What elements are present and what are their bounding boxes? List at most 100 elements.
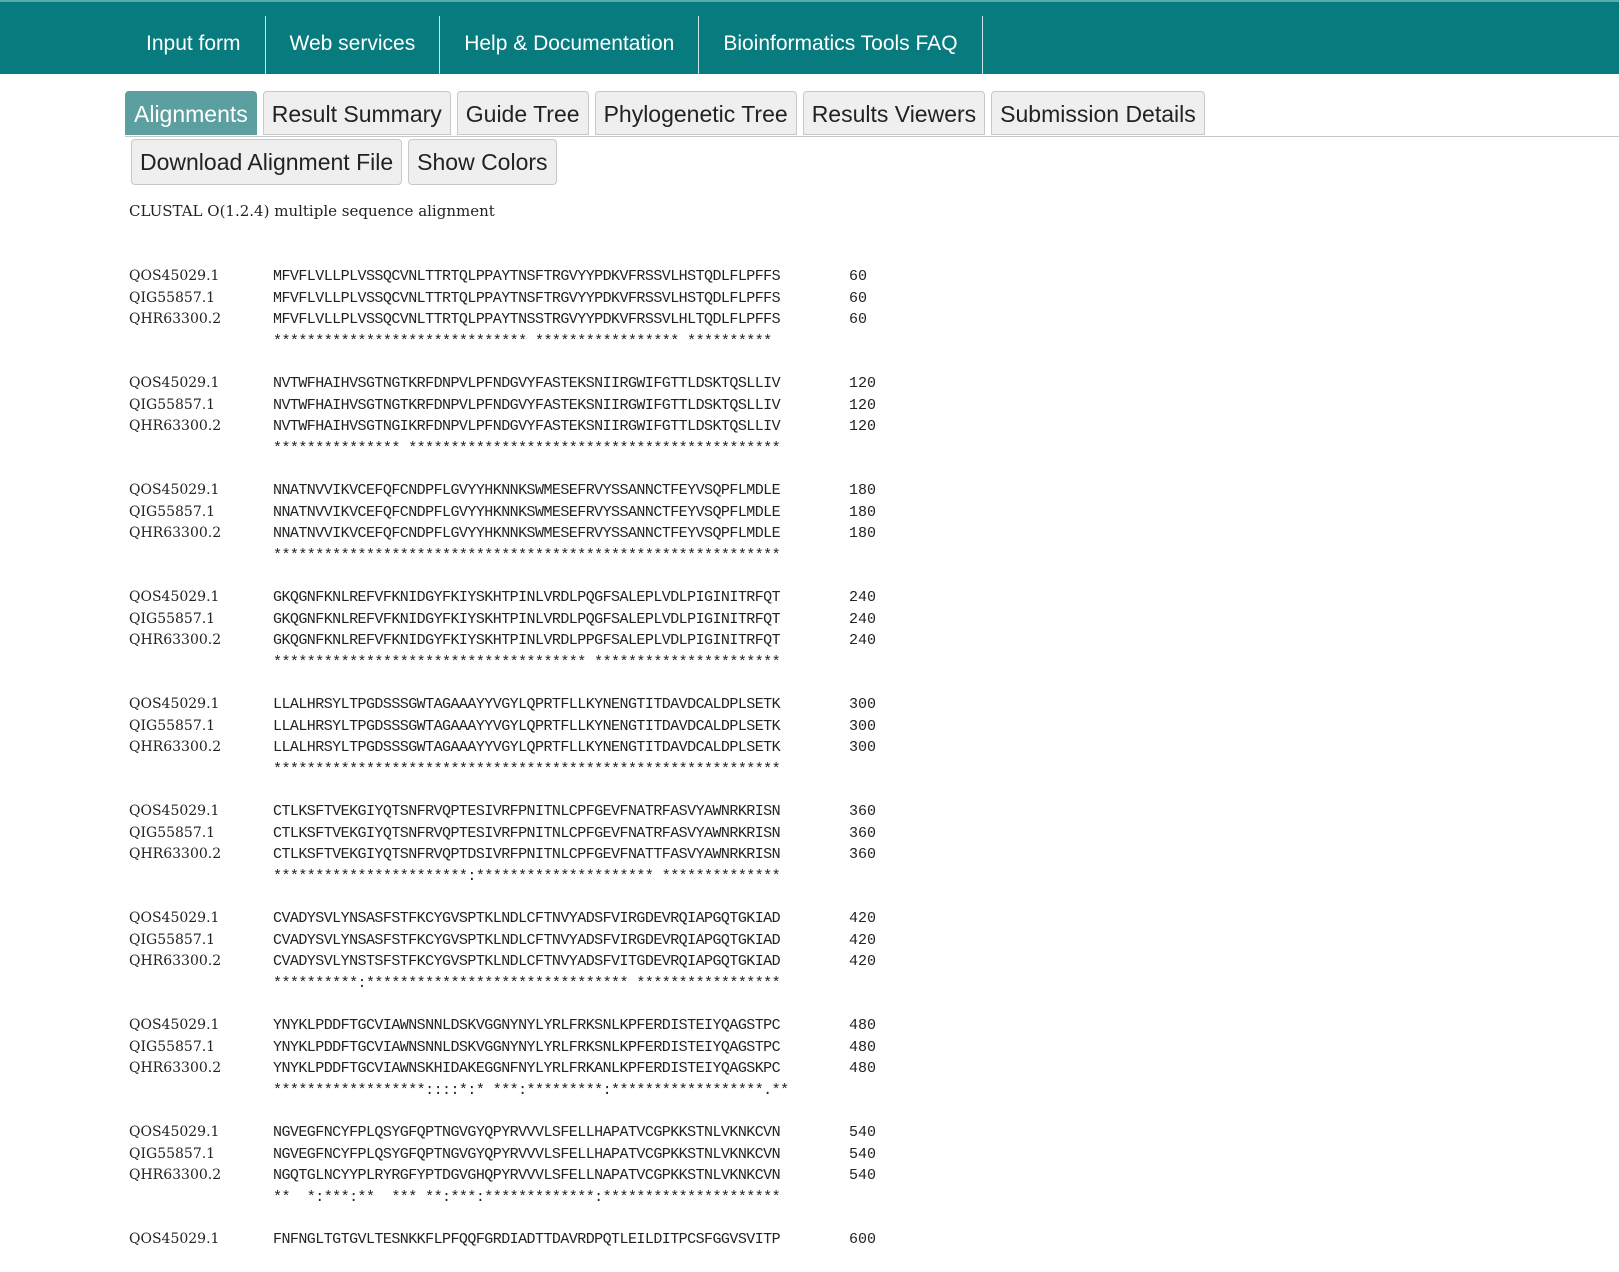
sequence-id: QHR63300.2 <box>129 1060 222 1076</box>
tabs-divider <box>125 136 1619 137</box>
consensus-symbols: ****************************** *********… <box>273 332 772 350</box>
nav-bioinformatics-faq[interactable]: Bioinformatics Tools FAQ <box>699 16 983 74</box>
nav-help-documentation[interactable]: Help & Documentation <box>440 16 700 74</box>
sequence-residues: CTLKSFTVEKGIYQTSNFRVQPTESIVRFPNITNLCPFGE… <box>273 803 781 820</box>
consensus-symbols: ****************************************… <box>273 546 781 564</box>
sequence-position: 540 <box>849 1124 877 1141</box>
sequence-residues: MFVFLVLLPLVSSQCVNLTTRTQLPPAYTNSFTRGVYYPD… <box>273 268 781 285</box>
sequence-id: QHR63300.2 <box>129 525 222 541</box>
top-nav-bar: Input form Web services Help & Documenta… <box>0 0 1619 74</box>
consensus-symbols: ***********************:****************… <box>273 867 781 885</box>
sequence-position: 240 <box>849 589 877 606</box>
sequence-residues: NVTWFHAIHVSGTNGIKRFDNPVLPFNDGVYFASTEKSNI… <box>273 418 781 435</box>
tab-guide-tree[interactable]: Guide Tree <box>456 91 589 135</box>
sequence-id: QHR63300.2 <box>129 418 222 434</box>
sequence-id: QHR63300.2 <box>129 632 222 648</box>
sequence-id: QHR63300.2 <box>129 311 222 327</box>
sequence-residues: NVTWFHAIHVSGTNGTKRFDNPVLPFNDGVYFASTEKSNI… <box>273 375 781 392</box>
sequence-position: 60 <box>849 268 868 285</box>
sequence-id: QHR63300.2 <box>129 846 222 862</box>
tab-results-viewers[interactable]: Results Viewers <box>802 91 986 135</box>
sequence-id: QIG55857.1 <box>129 289 216 306</box>
nav-menu: Input form Web services Help & Documenta… <box>122 16 983 74</box>
sequence-residues: NNATNVVIKVCEFQFCNDPFLGVYYHKNNKSWMESEFRVY… <box>273 525 781 542</box>
show-colors-button[interactable]: Show Colors <box>408 139 557 185</box>
sequence-position: 420 <box>849 931 877 949</box>
sequence-residues: LLALHRSYLTPGDSSSGWTAGAAAYYVGYLQPRTFLLKYN… <box>273 696 781 713</box>
sequence-position: 120 <box>849 396 877 414</box>
sequence-id: QHR63300.2 <box>129 953 222 969</box>
sequence-id: QOS45029.1 <box>129 375 220 391</box>
sequence-residues: NGQTGLNCYYPLRYRGFYPTDGVGHQPYRVVVLSFELLNA… <box>273 1167 781 1184</box>
sequence-position: 480 <box>849 1017 877 1034</box>
alignment-actions: Download Alignment File Show Colors <box>131 139 563 185</box>
sequence-position: 300 <box>849 717 877 735</box>
sequence-position: 480 <box>849 1060 877 1077</box>
result-tabs: Alignments Result Summary Guide Tree Phy… <box>125 91 1211 135</box>
sequence-position: 600 <box>849 1231 877 1248</box>
sequence-id: QIG55857.1 <box>129 1145 216 1162</box>
nav-web-services[interactable]: Web services <box>266 16 441 74</box>
sequence-residues: GKQGNFKNLREFVFKNIDGYFKIYSKHTPINLVRDLPPGF… <box>273 632 781 649</box>
sequence-residues: CVADYSVLYNSASFSTFKCYGVSPTKLNDLCFTNVYADSF… <box>273 931 781 949</box>
sequence-position: 540 <box>849 1145 877 1163</box>
sequence-id: QIG55857.1 <box>129 717 216 734</box>
sequence-position: 360 <box>849 803 877 820</box>
sequence-residues: CTLKSFTVEKGIYQTSNFRVQPTDSIVRFPNITNLCPFGE… <box>273 846 781 863</box>
tab-alignments[interactable]: Alignments <box>125 91 257 135</box>
sequence-position: 120 <box>849 375 877 392</box>
consensus-symbols: **********:*****************************… <box>273 974 781 992</box>
sequence-residues: FNFNGLTGTGVLTESNKKFLPFQQFGRDIADTTDAVRDPQ… <box>273 1231 781 1248</box>
sequence-position: 120 <box>849 418 877 435</box>
consensus-symbols: ************************************* **… <box>273 653 781 671</box>
sequence-residues: LLALHRSYLTPGDSSSGWTAGAAAYYVGYLQPRTFLLKYN… <box>273 739 781 756</box>
sequence-position: 420 <box>849 910 877 927</box>
sequence-id: QOS45029.1 <box>129 1124 220 1140</box>
sequence-residues: MFVFLVLLPLVSSQCVNLTTRTQLPPAYTNSSTRGVYYPD… <box>273 311 781 328</box>
sequence-id: QIG55857.1 <box>129 824 216 841</box>
sequence-position: 180 <box>849 503 877 521</box>
sequence-id: QOS45029.1 <box>129 910 220 926</box>
nav-input-form[interactable]: Input form <box>122 16 266 74</box>
sequence-residues: CTLKSFTVEKGIYQTSNFRVQPTESIVRFPNITNLCPFGE… <box>273 824 781 842</box>
sequence-residues: YNYKLPDDFTGCVIAWNSNNLDSKVGGNYNYLYRLFRKSN… <box>273 1017 781 1034</box>
alignment-header: CLUSTAL O(1.2.4) multiple sequence align… <box>129 202 495 220</box>
consensus-symbols: ******************::::*:* ***:*********:… <box>273 1081 789 1099</box>
sequence-id: QOS45029.1 <box>129 803 220 819</box>
sequence-residues: YNYKLPDDFTGCVIAWNSKHIDAKEGGNFNYLYRLFRKAN… <box>273 1060 781 1077</box>
sequence-residues: NNATNVVIKVCEFQFCNDPFLGVYYHKNNKSWMESEFRVY… <box>273 503 781 521</box>
sequence-id: QIG55857.1 <box>129 1038 216 1055</box>
sequence-residues: CVADYSVLYNSTSFSTFKCYGVSPTKLNDLCFTNVYADSF… <box>273 953 781 970</box>
sequence-residues: NNATNVVIKVCEFQFCNDPFLGVYYHKNNKSWMESEFRVY… <box>273 482 781 499</box>
sequence-residues: LLALHRSYLTPGDSSSGWTAGAAAYYVGYLQPRTFLLKYN… <box>273 717 781 735</box>
sequence-id: QOS45029.1 <box>129 1231 220 1247</box>
sequence-id: QIG55857.1 <box>129 396 216 413</box>
sequence-position: 60 <box>849 289 868 307</box>
sequence-residues: NVTWFHAIHVSGTNGTKRFDNPVLPFNDGVYFASTEKSNI… <box>273 396 781 414</box>
sequence-id: QOS45029.1 <box>129 589 220 605</box>
sequence-id: QOS45029.1 <box>129 482 220 498</box>
download-alignment-button[interactable]: Download Alignment File <box>131 139 403 185</box>
sequence-position: 300 <box>849 739 877 756</box>
sequence-position: 360 <box>849 824 877 842</box>
sequence-position: 480 <box>849 1038 877 1056</box>
sequence-residues: GKQGNFKNLREFVFKNIDGYFKIYSKHTPINLVRDLPQGF… <box>273 610 781 628</box>
sequence-position: 180 <box>849 525 877 542</box>
sequence-id: QHR63300.2 <box>129 739 222 755</box>
sequence-position: 420 <box>849 953 877 970</box>
sequence-id: QOS45029.1 <box>129 1017 220 1033</box>
sequence-id: QHR63300.2 <box>129 1167 222 1183</box>
tab-phylogenetic-tree[interactable]: Phylogenetic Tree <box>594 91 797 135</box>
tab-submission-details[interactable]: Submission Details <box>991 91 1205 135</box>
consensus-symbols: *************** ************************… <box>273 439 781 457</box>
consensus-symbols: ****************************************… <box>273 760 781 778</box>
sequence-position: 180 <box>849 482 877 499</box>
sequence-id: QIG55857.1 <box>129 503 216 520</box>
sequence-id: QIG55857.1 <box>129 610 216 627</box>
sequence-position: 540 <box>849 1167 877 1184</box>
sequence-position: 360 <box>849 846 877 863</box>
sequence-residues: CVADYSVLYNSASFSTFKCYGVSPTKLNDLCFTNVYADSF… <box>273 910 781 927</box>
sequence-residues: NGVEGFNCYFPLQSYGFQPTNGVGYQPYRVVVLSFELLHA… <box>273 1145 781 1163</box>
tab-result-summary[interactable]: Result Summary <box>262 91 451 135</box>
sequence-residues: MFVFLVLLPLVSSQCVNLTTRTQLPPAYTNSFTRGVYYPD… <box>273 289 781 307</box>
